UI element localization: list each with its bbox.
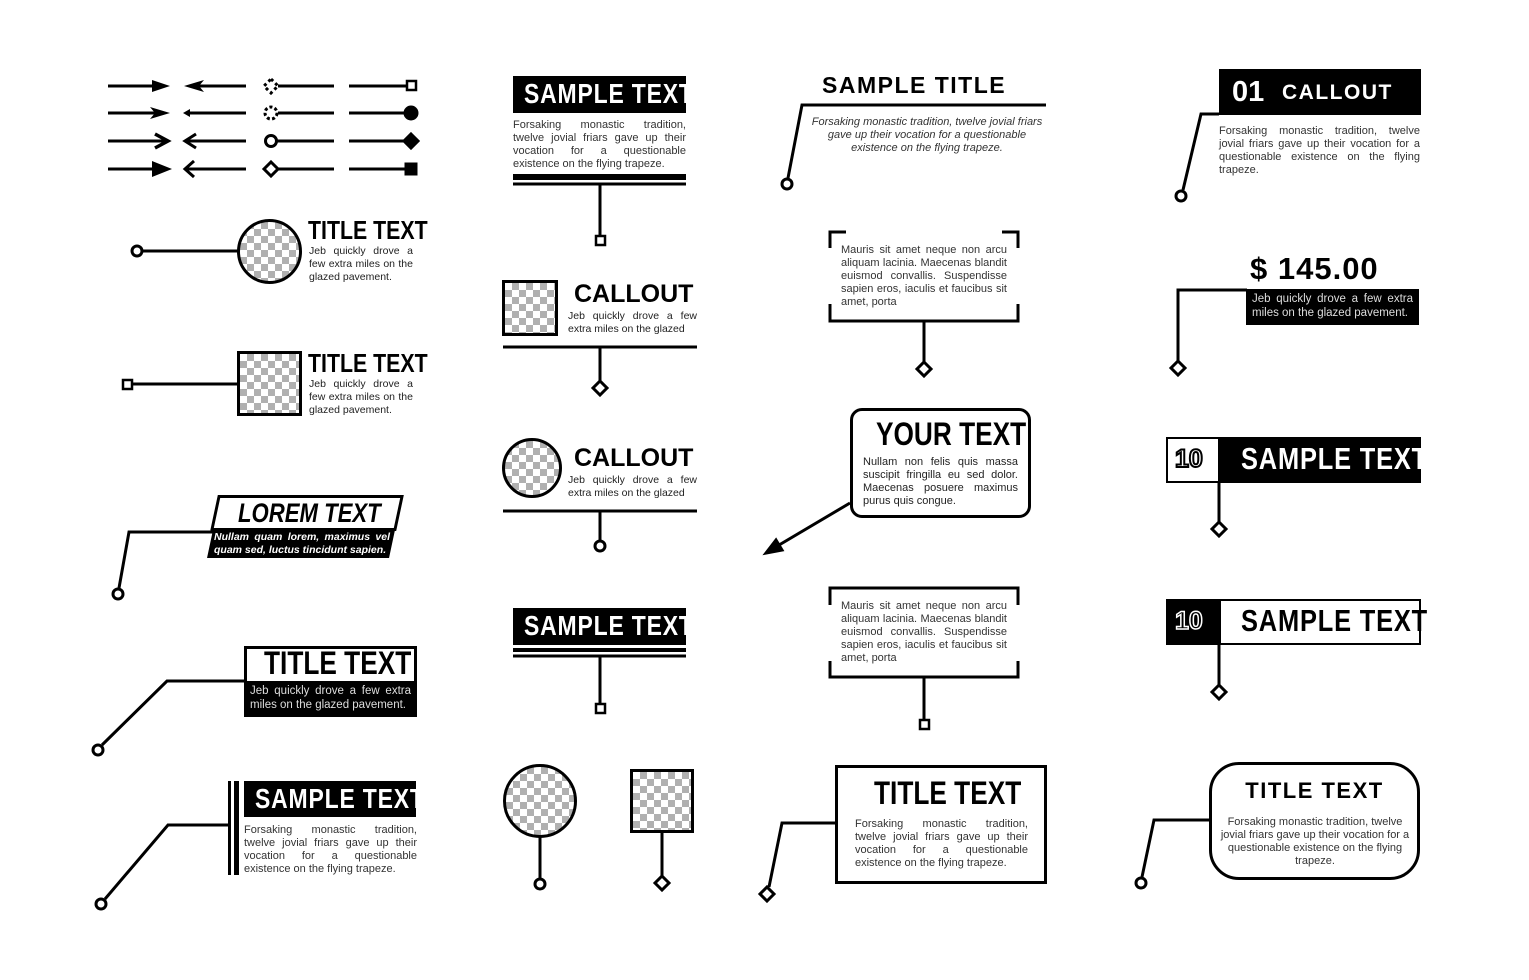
callout-body: Jeb quickly drove a few extra miles on t…: [309, 245, 413, 283]
callout-body: Jeb quickly drove a few extra miles on t…: [244, 682, 417, 717]
callout-number: 01: [1232, 76, 1265, 108]
open-circle-end-icon: [264, 134, 334, 148]
connector-lorem-callout: [111, 530, 215, 601]
arrow-style-samples: [108, 76, 421, 179]
callout-title: SAMPLE TEXT: [524, 610, 731, 642]
callout-body: Forsaking monastic tradition, twelve jov…: [1219, 125, 1420, 176]
callout-title: SAMPLE TEXT: [255, 783, 462, 815]
connector-your-text: [762, 501, 851, 556]
callout-title: TITLE TEXT: [874, 775, 1054, 812]
filled-square-end-icon: [349, 162, 418, 176]
callout-title: SAMPLE TEXT: [1241, 603, 1469, 639]
connector-numbered-light: [1209, 644, 1229, 702]
callout-title: SAMPLE TEXT: [1241, 441, 1469, 477]
placeholder-circle-image: [237, 219, 302, 284]
connector-sample-top: [513, 174, 686, 247]
bracket-body-top: Mauris sit amet neque non arcu aliquam l…: [841, 244, 1007, 308]
connector-pin-circle: [533, 837, 547, 891]
callout-body: Forsaking monastic tradition, twelve jov…: [513, 119, 686, 170]
callout-title: TITLE TEXT: [264, 645, 444, 682]
callout-title: CALLOUT: [574, 280, 694, 308]
callout-title: CALLOUT: [1282, 81, 1393, 104]
callout-title-text: SAMPLE TEXT: [524, 610, 694, 641]
callout-body: Forsaking monastic tradition, twelve jov…: [855, 818, 1028, 869]
arrow-left-icon: [182, 132, 246, 150]
arrow-right-icon: [108, 80, 170, 92]
bracket-body-bottom: Mauris sit amet neque non arcu aliquam l…: [841, 600, 1007, 664]
arrow-left-icon: [183, 109, 246, 117]
callout-title: YOUR TEXT: [876, 416, 1059, 453]
callout-title-text: TITLE TEXT: [308, 348, 428, 378]
connector-callout-square: [503, 345, 697, 398]
callout-title-text: SAMPLE TEXT: [1241, 441, 1428, 476]
connector-rounded-title: [1134, 818, 1210, 890]
connector-price-callout: [1168, 288, 1247, 378]
callout-title: SAMPLE TEXT: [524, 78, 731, 110]
callout-title-text: TITLE TEXT: [874, 775, 1022, 811]
callout-title: TITLE TEXT: [308, 215, 454, 246]
callout-title-text: TITLE TEXT: [308, 215, 428, 245]
callout-title-text: LOREM TEXT: [238, 498, 381, 528]
placeholder-square-image: [502, 280, 558, 336]
pin-square-image: [630, 769, 694, 833]
callout-title: TITLE TEXT: [1245, 778, 1384, 803]
arrow-left-icon: [184, 80, 246, 92]
callout-title-text: SAMPLE TEXT: [1241, 603, 1428, 638]
callout-body: Jeb quickly drove a few extra miles on t…: [1246, 289, 1419, 325]
callout-title: SAMPLE TITLE: [822, 72, 1007, 98]
callout-body: Nullam quam lorem, maximus vel quam sed,…: [214, 531, 390, 556]
callout-number: 10: [1174, 606, 1203, 636]
filled-diamond-end-icon: [349, 131, 421, 151]
callout-body: Nullam non felis quis massa suscipit fri…: [863, 456, 1018, 507]
arrow-left-icon: [182, 159, 246, 179]
connector-numbered-dark: [1209, 483, 1229, 539]
filled-circle-end-icon: [349, 105, 419, 121]
connector-title-box: [757, 821, 836, 904]
arrow-right-icon: [108, 161, 172, 177]
dotted-circle-end-icon: [263, 105, 334, 121]
connector-square-callout: [121, 378, 238, 391]
callout-title: TITLE TEXT: [308, 348, 454, 379]
placeholder-circle-image: [502, 438, 562, 498]
callout-body: Forsaking monastic tradition, twelve jov…: [811, 116, 1043, 154]
pin-circle-image: [503, 764, 577, 838]
connector-circle-callout: [130, 244, 238, 258]
callout-title-text: SAMPLE TEXT: [255, 783, 425, 814]
connector-sample-callout: [94, 781, 239, 911]
arrow-right-icon: [108, 132, 172, 150]
callout-title: LOREM TEXT: [238, 498, 412, 529]
callout-title: CALLOUT: [574, 444, 694, 472]
open-square-end-icon: [349, 79, 418, 92]
connector-pin-square: [652, 832, 672, 893]
connector-numbered-callout: [1174, 112, 1219, 203]
connector-title-callout: [91, 679, 245, 757]
open-diamond-end-icon: [261, 159, 334, 179]
callout-body: Forsaking monastic tradition, twelve jov…: [1220, 816, 1410, 867]
connector-sample-bottom: [513, 648, 686, 715]
callout-body: Jeb quickly drove a few extra miles on t…: [309, 378, 413, 416]
callout-title-text: YOUR TEXT: [876, 416, 1027, 452]
callout-body: Jeb quickly drove a few extra miles on t…: [568, 474, 697, 499]
callout-title-text: TITLE TEXT: [264, 645, 412, 681]
dotted-diamond-end-icon: [261, 76, 334, 96]
callout-title-text: SAMPLE TEXT: [524, 78, 694, 109]
placeholder-square-image: [237, 351, 302, 416]
callout-body: Jeb quickly drove a few extra miles on t…: [568, 310, 697, 335]
price-label: $ 145.00: [1250, 251, 1379, 286]
callout-body: Forsaking monastic tradition, twelve jov…: [244, 824, 417, 875]
arrow-right-icon: [108, 107, 170, 119]
connector-callout-circle: [503, 509, 697, 553]
callout-number: 10: [1174, 444, 1204, 474]
